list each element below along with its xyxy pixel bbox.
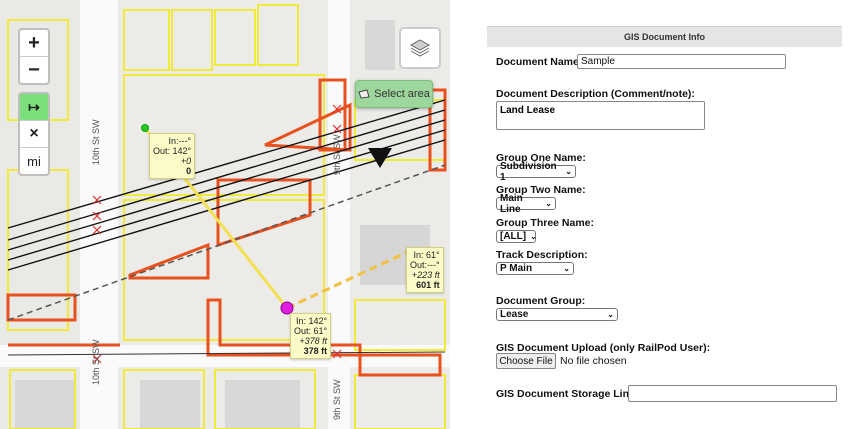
measure-control: ↦ × mi: [18, 92, 50, 176]
track-label: Track Description:: [496, 249, 588, 261]
label-delta: +0: [180, 156, 192, 166]
units-toggle-button[interactable]: mi: [20, 148, 48, 174]
no-file-text: No file chosen: [560, 355, 627, 367]
group2-select[interactable]: Main Line ⌄: [496, 193, 556, 215]
track-select[interactable]: P Main ⌄: [496, 262, 574, 275]
zoom-out-button[interactable]: −: [20, 57, 48, 83]
label-delta: +223 ft: [411, 270, 440, 280]
group3-label: Group Three Name:: [496, 217, 595, 229]
doc-desc-label: Document Description (Comment/note):: [496, 88, 695, 100]
street-label: 10th St SW: [91, 119, 101, 165]
chevron-down-icon: ⌄: [530, 232, 537, 241]
label-delta: +378 ft: [299, 336, 328, 346]
map-view[interactable]: 10th St SW 10th St SW 9th St SW 9th St S…: [0, 0, 450, 429]
measure-label-start: In:---° Out: 142° +0 0: [149, 133, 196, 179]
street-label: 9th St SW: [332, 134, 342, 175]
chevron-down-icon: ⌄: [545, 199, 552, 208]
storage-link-label: GIS Document Storage Link:: [496, 388, 639, 400]
panel-title: GIS Document Info: [487, 26, 842, 47]
label-out: Out: 142°: [153, 146, 192, 156]
doc-name-label: Document Name:: [496, 56, 583, 68]
label-in: In: 142°: [296, 316, 328, 326]
group1-value: Subdivision 1: [500, 160, 557, 183]
label-dist: 0: [186, 166, 192, 176]
label-in: In: 61°: [413, 250, 440, 260]
chevron-down-icon: ⌄: [565, 167, 572, 176]
doc-group-label: Document Group:: [496, 295, 586, 307]
map-canvas[interactable]: [0, 0, 450, 429]
layers-icon: [409, 39, 431, 57]
storage-link-input[interactable]: [628, 385, 837, 402]
street-label: 9th St SW: [332, 379, 342, 420]
label-dist: 378 ft: [303, 346, 328, 356]
street-label: 10th St SW: [91, 339, 101, 385]
measure-label-end: In: 61° Out:---° +223 ft 601 ft: [406, 247, 444, 293]
group2-value: Main Line: [500, 192, 523, 215]
doc-name-input[interactable]: Sample: [577, 54, 786, 69]
measure-label-mid: In: 142° Out: 61° +378 ft 378 ft: [290, 313, 332, 359]
zoom-control: + −: [18, 28, 50, 85]
select-area-label: Select area: [374, 88, 430, 100]
label-out: Out:---°: [410, 260, 440, 270]
group3-value: [ALL]: [500, 231, 527, 242]
label-out: Out: 61°: [294, 326, 328, 336]
track-value: P Main: [500, 263, 533, 274]
chevron-down-icon: ⌄: [563, 264, 570, 273]
chevron-down-icon: ⌄: [607, 310, 614, 319]
group1-select[interactable]: Subdivision 1 ⌄: [496, 161, 576, 183]
label-dist: 601 ft: [416, 280, 440, 290]
choose-file-button[interactable]: Choose File: [496, 353, 556, 369]
polygon-select-icon: [358, 89, 370, 99]
zoom-in-button[interactable]: +: [20, 30, 48, 57]
doc-desc-textarea[interactable]: Land Lease: [496, 101, 705, 130]
group3-select[interactable]: [ALL] ⌄: [496, 230, 537, 243]
label-in: In:---°: [168, 136, 192, 146]
document-info-panel: GIS Document Info Document Name: Sample …: [487, 20, 842, 425]
layers-button[interactable]: [399, 27, 441, 69]
doc-group-select[interactable]: Lease ⌄: [496, 308, 618, 321]
measure-icon[interactable]: ↦: [20, 94, 48, 121]
select-area-button[interactable]: Select area: [355, 80, 433, 108]
clear-icon[interactable]: ×: [20, 121, 48, 148]
doc-group-value: Lease: [500, 309, 529, 320]
